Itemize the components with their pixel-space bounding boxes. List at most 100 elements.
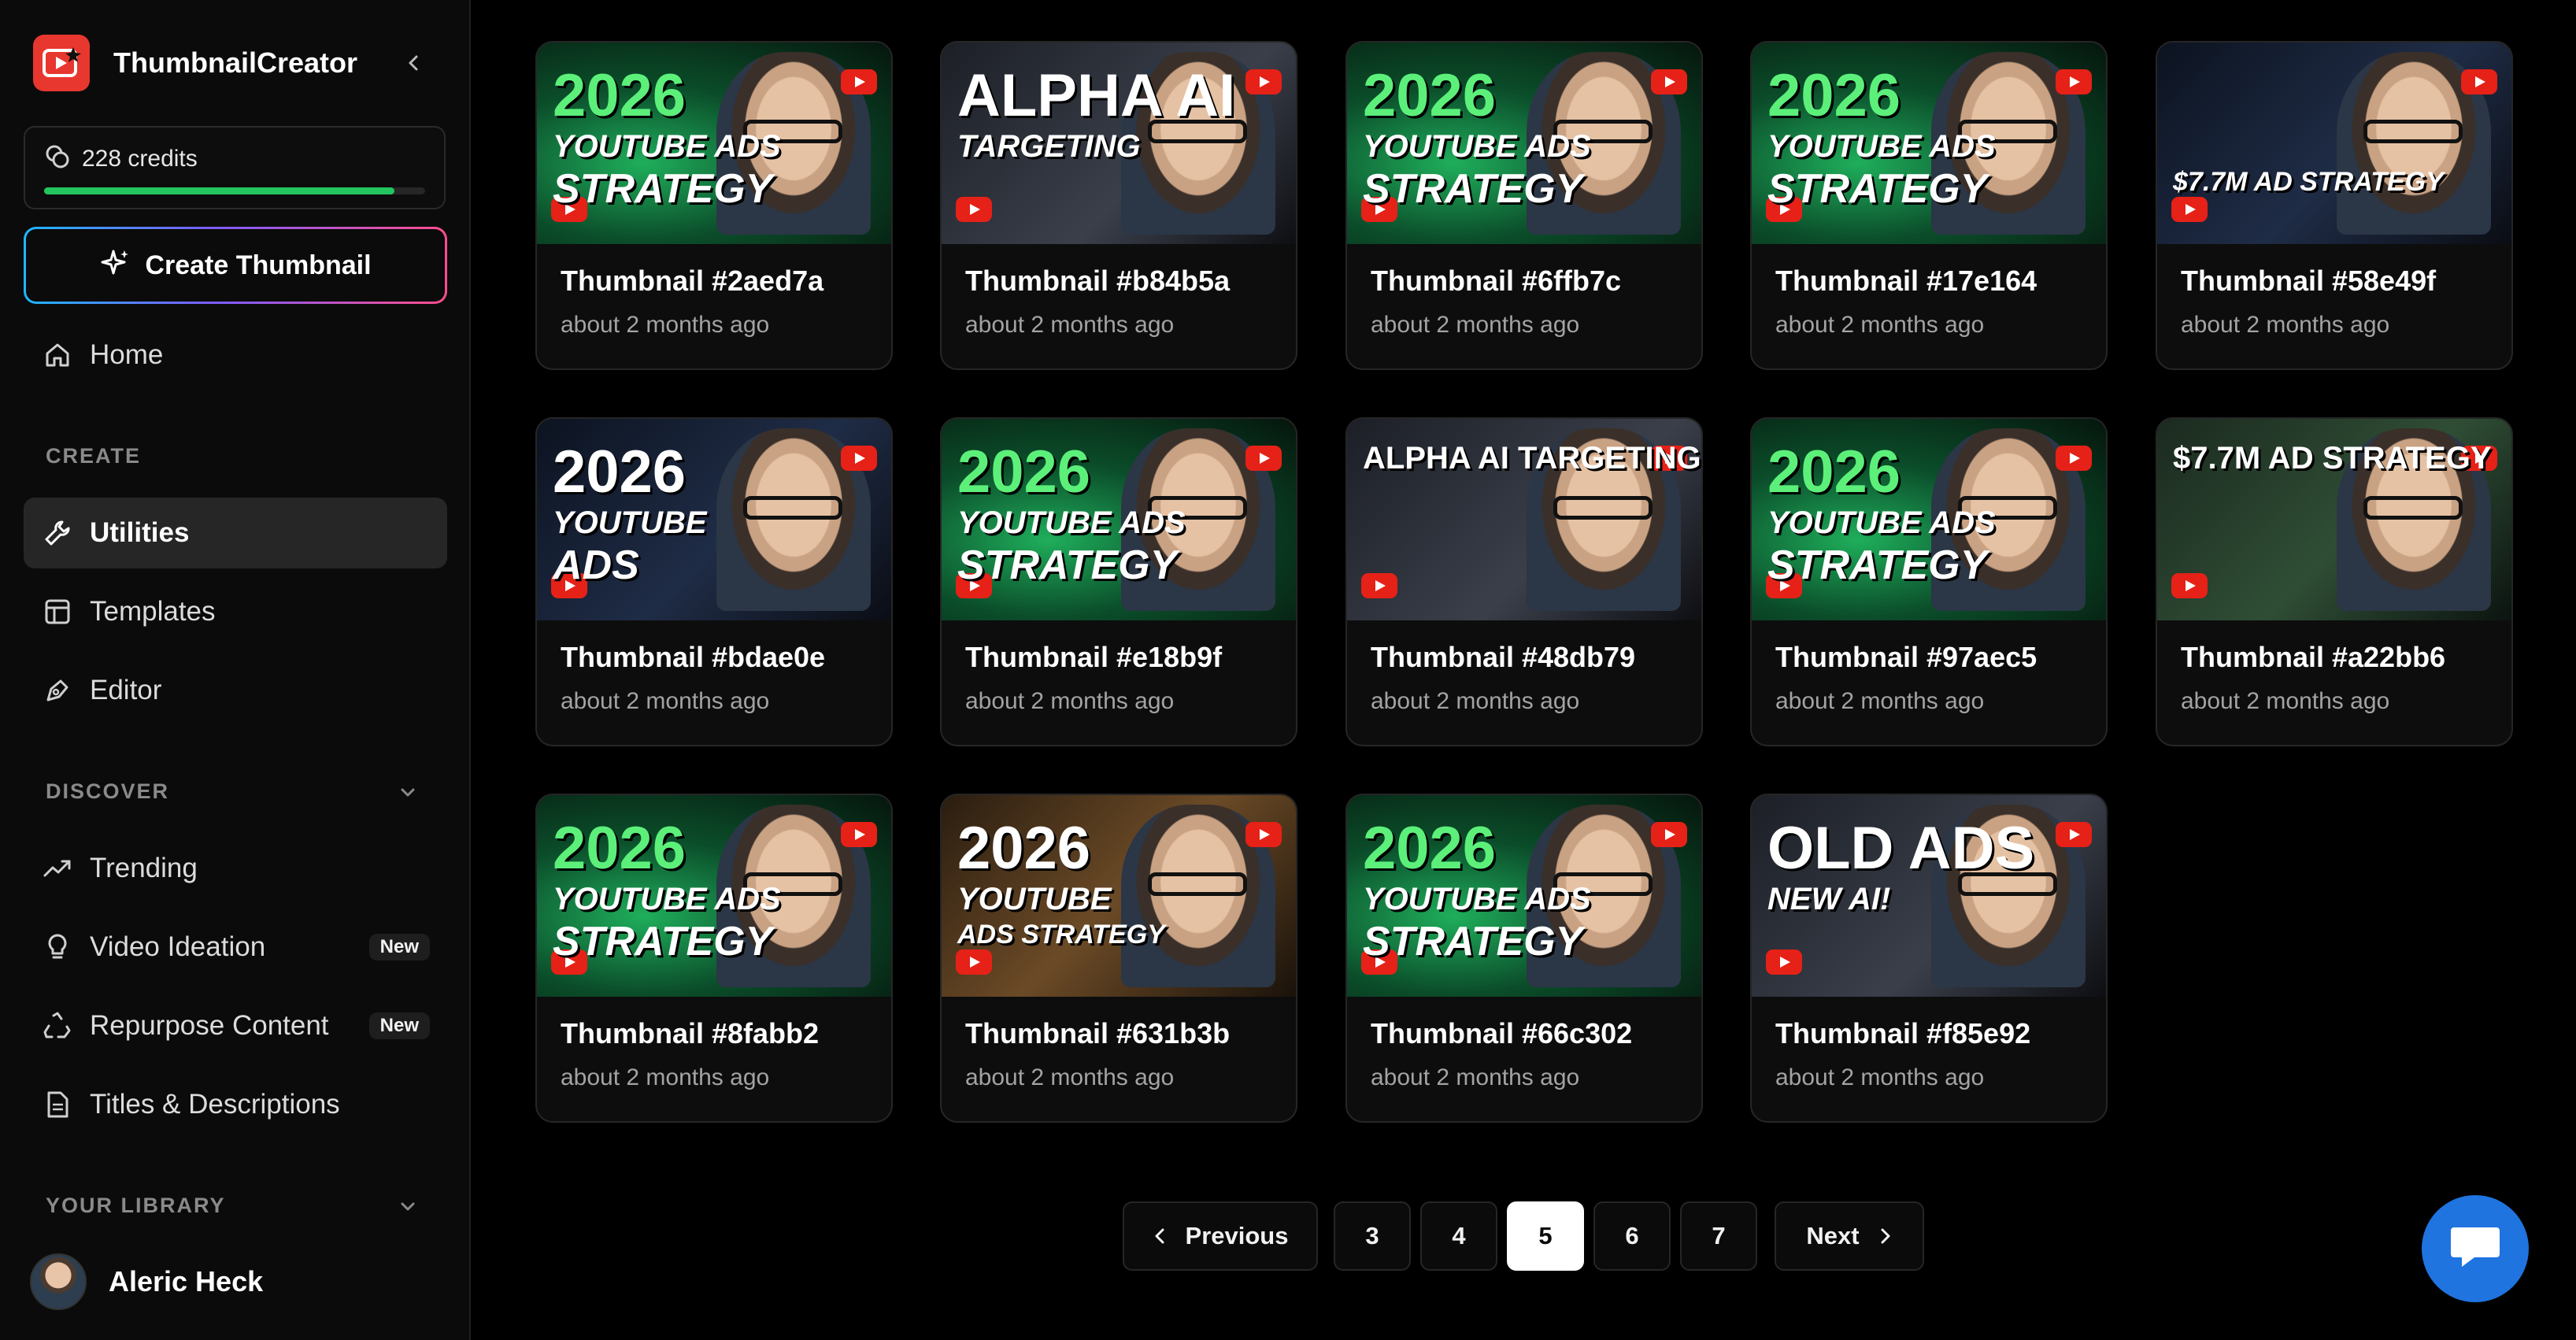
glasses-graphic <box>1553 496 1653 520</box>
youtube-logo-icon <box>1766 949 1802 975</box>
thumbnail-text-line: YOUTUBE ADS <box>553 882 781 916</box>
thumbnail-text-line: STRATEGY <box>553 919 773 964</box>
thumbnail-title: Thumbnail #17e164 <box>1775 265 2037 297</box>
chat-support-button[interactable] <box>2422 1195 2529 1302</box>
thumbnail-card[interactable]: 2026 YOUTUBE ADS STRATEGY Thumbnail #97aec5… <box>1750 417 2108 746</box>
thumbnail-card[interactable]: 2026 YOUTUBE ADS STRATEGY Thumbnail #66c302… <box>1345 794 1703 1123</box>
youtube-logo-icon <box>2056 446 2092 471</box>
thumbnail-card[interactable]: 2026 YOUTUBE ADS STRATEGY Thumbnail #631b3b… <box>940 794 1297 1123</box>
thumbnail-title: Thumbnail #48db79 <box>1371 641 1636 673</box>
thumbnail-card[interactable]: ALPHA AI TARGETING Thumbnail #48db79 about… <box>1345 417 1703 746</box>
thumbnail-image[interactable]: 2026 YOUTUBE ADS STRATEGY <box>1347 795 1701 997</box>
thumbnail-title: Thumbnail #b84b5a <box>965 265 1231 297</box>
sidebar-item-titles-descriptions[interactable]: Titles & Descriptions <box>24 1069 447 1140</box>
thumbnail-image[interactable]: OLD ADS NEW AI! <box>1752 795 2106 997</box>
thumbnail-text-line: 2026 <box>1767 62 1901 129</box>
user-name: Aleric Heck <box>109 1265 264 1297</box>
collapse-sidebar-icon[interactable] <box>400 49 428 77</box>
user-profile[interactable]: Aleric Heck <box>30 1253 263 1310</box>
thumbnail-text-line: YOUTUBE ADS <box>1767 129 1996 164</box>
thumbnail-title: Thumbnail #631b3b <box>965 1017 1231 1049</box>
lightbulb-icon <box>43 932 72 962</box>
recycle-icon <box>43 1011 72 1041</box>
thumbnail-image[interactable]: ALPHA AI TARGETING <box>1347 419 1701 620</box>
thumbnail-timestamp: about 2 months ago <box>1371 1064 1580 1090</box>
page-button-7[interactable]: 7 <box>1680 1201 1757 1271</box>
thumbnail-card[interactable]: 2026 YOUTUBE ADS STRATEGY Thumbnail #17e164… <box>1750 41 2108 370</box>
sidebar-item-video-ideation[interactable]: Video Ideation New <box>24 912 447 983</box>
thumbnail-image[interactable]: 2026 YOUTUBE ADS STRATEGY <box>942 419 1296 620</box>
app-logo-icon[interactable] <box>33 35 90 91</box>
youtube-logo-icon <box>956 197 992 222</box>
thumbnail-card[interactable]: $7.7M AD STRATEGY Thumbnail #a22bb6 about … <box>2156 417 2513 746</box>
sidebar-item-repurpose-content[interactable]: Repurpose Content New <box>24 990 447 1061</box>
thumbnail-image[interactable]: 2026 YOUTUBE ADS STRATEGY <box>1752 419 2106 620</box>
pen-tool-icon <box>43 676 72 705</box>
sidebar-item-label: Titles & Descriptions <box>90 1089 340 1120</box>
sidebar: ThumbnailCreator 228 credits Create Thum… <box>0 0 471 1340</box>
sidebar-item-label: Repurpose Content <box>90 1010 329 1041</box>
thumbnail-image[interactable]: 2026 YOUTUBE ADS STRATEGY <box>537 43 891 244</box>
thumbnail-title: Thumbnail #6ffb7c <box>1371 265 1622 297</box>
thumbnail-timestamp: about 2 months ago <box>965 312 1175 338</box>
thumbnail-image[interactable]: $7.7M AD STRATEGY <box>2157 43 2511 244</box>
thumbnail-image[interactable]: 2026 YOUTUBE ADS STRATEGY <box>537 795 891 997</box>
thumbnail-timestamp: about 2 months ago <box>2181 688 2390 714</box>
create-thumbnail-button[interactable]: Create Thumbnail <box>24 227 447 304</box>
thumbnail-timestamp: about 2 months ago <box>1371 312 1580 338</box>
new-badge: New <box>368 1012 430 1039</box>
sidebar-item-label: Editor <box>90 675 162 705</box>
thumbnail-text-line: 2026 <box>553 815 687 882</box>
thumbnail-title: Thumbnail #a22bb6 <box>2181 641 2446 673</box>
sidebar-item-utilities[interactable]: Utilities <box>24 498 447 568</box>
thumbnail-card[interactable]: 2026 YOUTUBE ADS STRATEGY Thumbnail #2aed7a… <box>535 41 893 370</box>
thumbnail-image[interactable]: $7.7M AD STRATEGY <box>2157 419 2511 620</box>
chat-icon <box>2448 1223 2503 1275</box>
thumbnail-timestamp: about 2 months ago <box>965 688 1175 714</box>
thumbnail-card[interactable]: OLD ADS NEW AI! Thumbnail #f85e92 about 2 m… <box>1750 794 2108 1123</box>
home-icon <box>43 340 72 370</box>
page-button-3[interactable]: 3 <box>1334 1201 1411 1271</box>
thumbnail-image[interactable]: 2026 YOUTUBE ADS STRATEGY <box>1347 43 1701 244</box>
thumbnail-title: Thumbnail #58e49f <box>2181 265 2437 297</box>
thumbnail-card[interactable]: ALPHA AI TARGETING Thumbnail #b84b5a about … <box>940 41 1297 370</box>
thumbnail-card[interactable]: 2026 YOUTUBE ADS STRATEGY Thumbnail #8fabb2… <box>535 794 893 1123</box>
page-button-6[interactable]: 6 <box>1593 1201 1671 1271</box>
chevron-left-icon <box>1153 1227 1168 1245</box>
thumbnail-image[interactable]: ALPHA AI TARGETING <box>942 43 1296 244</box>
sidebar-item-editor[interactable]: Editor <box>24 655 447 726</box>
sidebar-item-home[interactable]: Home <box>24 320 447 391</box>
thumbnail-timestamp: about 2 months ago <box>561 1064 770 1090</box>
layout-icon <box>43 597 72 627</box>
file-text-icon <box>43 1090 72 1120</box>
page-button-5[interactable]: 5 <box>1507 1201 1584 1271</box>
chevron-down-icon[interactable] <box>394 1192 422 1220</box>
youtube-logo-icon <box>2461 69 2497 94</box>
thumbnail-timestamp: about 2 months ago <box>1775 1064 1985 1090</box>
thumbnail-card[interactable]: $7.7M AD STRATEGY Thumbnail #58e49f about … <box>2156 41 2513 370</box>
chevron-down-icon[interactable] <box>394 778 422 806</box>
previous-page-button[interactable]: Previous <box>1123 1201 1318 1271</box>
next-page-button[interactable]: Next <box>1775 1201 1924 1271</box>
youtube-logo-icon <box>841 69 877 94</box>
thumbnail-image[interactable]: 2026 YOUTUBE ADS STRATEGY <box>1752 43 2106 244</box>
thumbnail-card[interactable]: 2026 YOUTUBE ADS Thumbnail #bdae0e about 2 m… <box>535 417 893 746</box>
sidebar-item-label: Video Ideation <box>90 931 266 962</box>
youtube-logo-icon <box>956 949 992 975</box>
page-button-4[interactable]: 4 <box>1420 1201 1497 1271</box>
thumbnail-image[interactable]: 2026 YOUTUBE ADS <box>537 419 891 620</box>
create-thumbnail-label: Create Thumbnail <box>145 250 372 280</box>
thumbnail-title: Thumbnail #e18b9f <box>965 641 1223 673</box>
thumbnail-text-line: 2026 <box>553 62 687 129</box>
thumbnail-text-line: YOUTUBE <box>957 882 1112 916</box>
thumbnail-text-line: STRATEGY <box>553 166 773 212</box>
sidebar-item-trending[interactable]: Trending <box>24 833 447 904</box>
thumbnail-card[interactable]: 2026 YOUTUBE ADS STRATEGY Thumbnail #6ffb7c… <box>1345 41 1703 370</box>
thumbnail-image[interactable]: 2026 YOUTUBE ADS STRATEGY <box>942 795 1296 997</box>
youtube-logo-icon <box>1245 822 1282 847</box>
sidebar-item-templates[interactable]: Templates <box>24 576 447 647</box>
thumbnail-title: Thumbnail #2aed7a <box>561 265 824 297</box>
thumbnail-text-line: STRATEGY <box>957 542 1178 588</box>
thumbnail-card[interactable]: 2026 YOUTUBE ADS STRATEGY Thumbnail #e18b9f… <box>940 417 1297 746</box>
sidebar-item-label: Utilities <box>90 517 190 548</box>
